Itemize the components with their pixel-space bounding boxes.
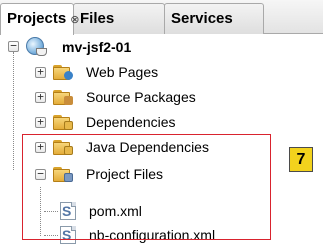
tree-node-label: Source Packages bbox=[86, 89, 196, 105]
highlight-box bbox=[22, 134, 271, 240]
maven-project-icon bbox=[26, 37, 47, 56]
tab-files[interactable]: Files bbox=[73, 3, 165, 34]
dependencies-folder-icon bbox=[53, 114, 73, 130]
tab-services-label: Services bbox=[171, 10, 233, 27]
tree-node-source-packages[interactable]: + Source Packages bbox=[0, 86, 323, 108]
tree-node-dependencies[interactable]: + Dependencies bbox=[0, 111, 323, 133]
source-packages-folder-icon bbox=[53, 89, 73, 105]
project-name: mv-jsf2-01 bbox=[62, 39, 132, 55]
tree-node-web-pages[interactable]: + Web Pages bbox=[0, 61, 323, 83]
collapse-icon[interactable]: − bbox=[8, 40, 19, 52]
web-pages-folder-icon bbox=[53, 64, 73, 80]
tab-bar: Projects ⊗ Files Services bbox=[0, 0, 323, 35]
expand-icon[interactable]: + bbox=[35, 116, 46, 128]
tab-projects[interactable]: Projects ⊗ bbox=[0, 3, 79, 35]
tab-files-label: Files bbox=[80, 10, 115, 27]
tab-services[interactable]: Services bbox=[164, 3, 264, 34]
close-tab-icon[interactable]: ⊗ bbox=[70, 14, 79, 26]
tab-projects-label: Projects bbox=[7, 10, 67, 27]
expand-icon[interactable]: + bbox=[35, 66, 46, 78]
tree-node-root[interactable]: − mv-jsf2-01 bbox=[0, 36, 323, 58]
tree-node-label: Dependencies bbox=[86, 114, 176, 130]
expand-icon[interactable]: + bbox=[35, 91, 46, 103]
tree-node-label: Web Pages bbox=[86, 64, 159, 80]
step-badge: 7 bbox=[289, 147, 313, 172]
